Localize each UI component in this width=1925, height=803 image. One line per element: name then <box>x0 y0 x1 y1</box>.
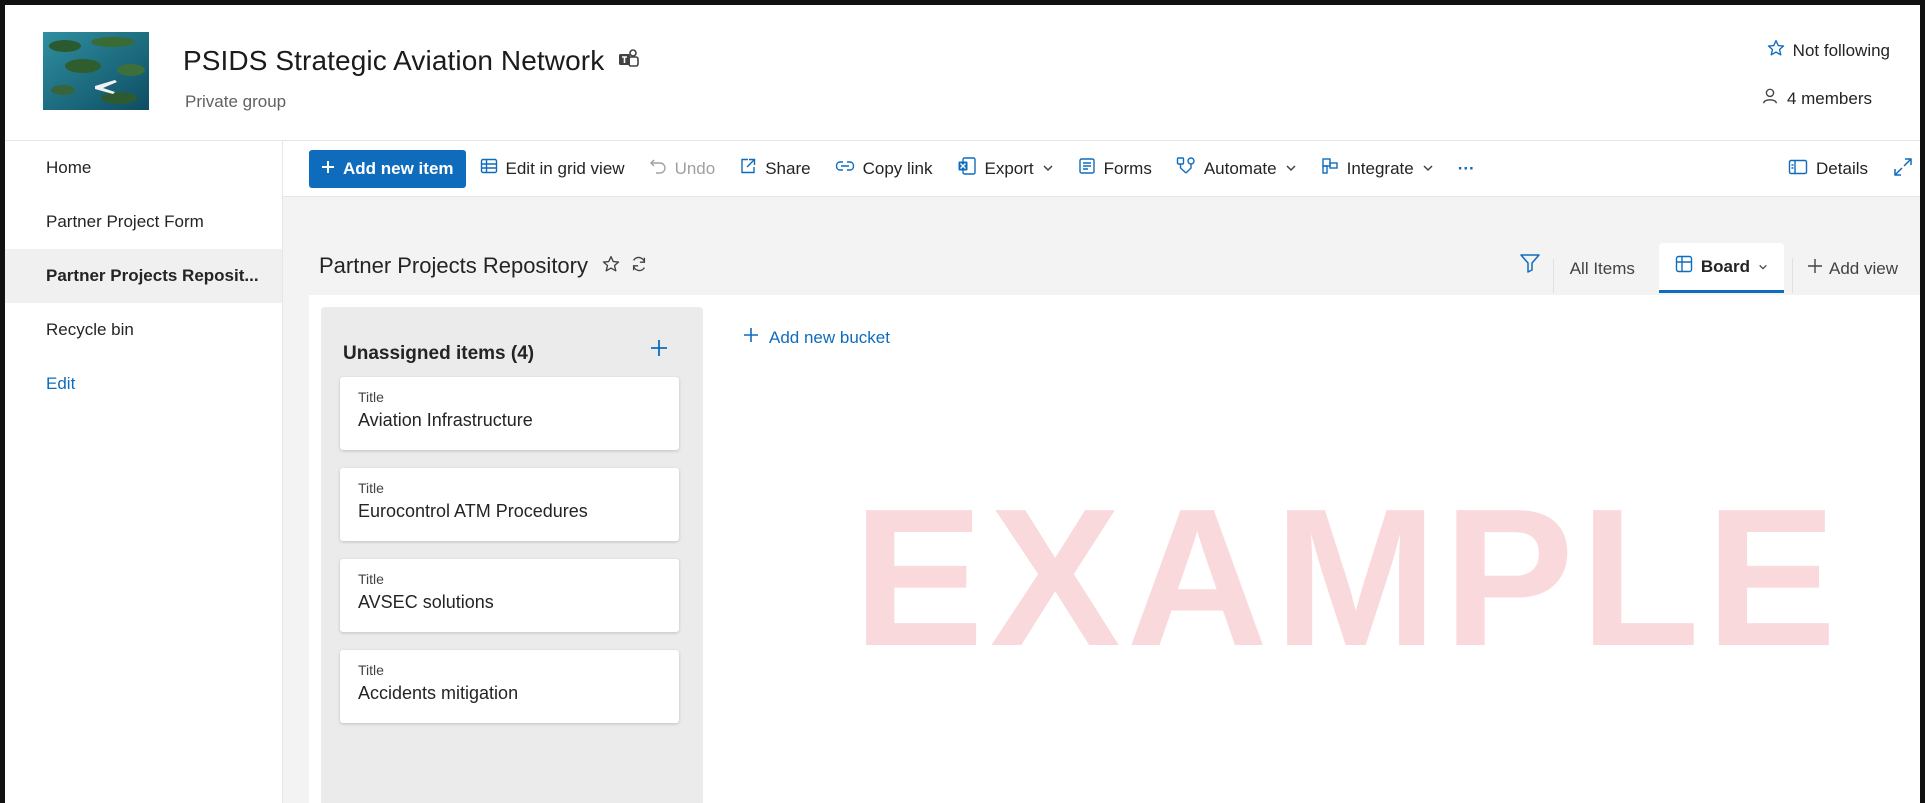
star-icon <box>1767 39 1785 62</box>
add-card-button[interactable] <box>649 335 669 363</box>
card-field-label: Title <box>358 571 384 587</box>
details-pane-icon <box>1788 158 1808 181</box>
board-card[interactable]: Title Accidents mitigation <box>340 650 679 723</box>
board-view-label: Board <box>1700 256 1751 276</box>
command-bar: Add new item Edit in grid view Undo Shar… <box>283 141 1920 197</box>
forms-label: Forms <box>1103 158 1152 178</box>
share-label: Share <box>765 158 811 178</box>
list-content: Partner Projects Repository All Items Bo… <box>283 197 1920 803</box>
nav-edit-link[interactable]: Edit <box>5 357 282 411</box>
card-title: AVSEC solutions <box>358 592 494 612</box>
app-window: PSIDS Strategic Aviation Network Private… <box>0 0 1925 803</box>
bucket-unassigned: Unassigned items (4) Title Aviation Infr… <box>321 307 703 803</box>
add-new-item-label: Add new item <box>343 158 454 178</box>
automate-icon <box>1176 156 1196 181</box>
details-button[interactable]: Details <box>1788 141 1868 197</box>
card-field-label: Title <box>358 662 384 678</box>
export-button[interactable]: Export <box>957 156 1054 181</box>
list-title-text: Partner Projects Repository <box>319 253 588 278</box>
card-title: Eurocontrol ATM Procedures <box>358 501 588 521</box>
forms-icon <box>1078 157 1096 180</box>
more-actions-button[interactable]: ··· <box>1458 159 1475 179</box>
list-title: Partner Projects Repository <box>319 253 648 279</box>
sync-icon[interactable] <box>630 253 648 279</box>
person-icon <box>1761 87 1779 110</box>
integrate-label: Integrate <box>1346 158 1414 178</box>
bucket-title: Unassigned items (4) <box>343 343 535 364</box>
link-icon <box>835 157 855 180</box>
plus-icon <box>1807 258 1823 279</box>
follow-button[interactable]: Not following <box>1767 39 1890 62</box>
share-button[interactable]: Share <box>739 157 811 180</box>
board-card[interactable]: Title AVSEC solutions <box>340 559 679 632</box>
site-title-text: PSIDS Strategic Aviation Network <box>183 45 605 76</box>
site-title: PSIDS Strategic Aviation Network <box>183 45 640 77</box>
add-view-button[interactable]: Add view <box>1792 258 1920 293</box>
chevron-down-icon <box>1285 159 1297 179</box>
plus-icon <box>321 159 335 179</box>
forms-button[interactable]: Forms <box>1078 157 1152 180</box>
add-view-label: Add view <box>1829 258 1898 278</box>
site-header: PSIDS Strategic Aviation Network Private… <box>5 5 1920 141</box>
view-all-items[interactable]: All Items <box>1552 259 1651 293</box>
undo-icon <box>649 157 667 180</box>
site-privacy-label: Private group <box>185 92 287 111</box>
board: Unassigned items (4) Title Aviation Infr… <box>309 295 1920 803</box>
nav-item-recycle-bin[interactable]: Recycle bin <box>5 303 282 357</box>
automate-label: Automate <box>1203 158 1277 178</box>
copy-link-label: Copy link <box>862 158 933 178</box>
list-header: Partner Projects Repository All Items Bo… <box>283 197 1920 295</box>
details-label: Details <box>1816 159 1868 178</box>
nav-item-partner-project-form[interactable]: Partner Project Form <box>5 195 282 249</box>
integrate-button[interactable]: Integrate <box>1321 157 1434 180</box>
board-icon <box>1675 255 1693 278</box>
expand-icon[interactable] <box>1892 156 1914 183</box>
excel-icon <box>957 156 977 181</box>
members-label: 4 members <box>1786 88 1872 108</box>
integrate-icon <box>1321 157 1339 180</box>
automate-button[interactable]: Automate <box>1176 156 1297 181</box>
filter-icon[interactable] <box>1507 252 1553 293</box>
edit-grid-view-label: Edit in grid view <box>505 158 625 178</box>
card-field-label: Title <box>358 389 384 405</box>
left-navigation: Home Partner Project Form Partner Projec… <box>5 141 283 803</box>
undo-label: Undo <box>674 158 716 178</box>
edit-grid-view-button[interactable]: Edit in grid view <box>480 157 625 180</box>
plus-icon <box>743 327 759 348</box>
add-new-bucket-label: Add new bucket <box>769 327 890 347</box>
chevron-down-icon <box>1758 257 1768 277</box>
export-label: Export <box>984 158 1034 178</box>
members-button[interactable]: 4 members <box>1761 87 1872 110</box>
share-icon <box>739 157 757 180</box>
add-new-bucket-button[interactable]: Add new bucket <box>743 327 890 348</box>
card-field-label: Title <box>358 480 384 496</box>
nav-item-home[interactable]: Home <box>5 141 282 195</box>
undo-button[interactable]: Undo <box>649 157 716 180</box>
view-switcher: All Items Board Add view <box>1507 239 1920 293</box>
copy-link-button[interactable]: Copy link <box>835 157 933 180</box>
favorite-star-icon[interactable] <box>602 253 620 279</box>
board-card[interactable]: Title Eurocontrol ATM Procedures <box>340 468 679 541</box>
grid-icon <box>480 157 498 180</box>
view-board[interactable]: Board <box>1658 243 1785 293</box>
teams-icon[interactable] <box>618 45 640 77</box>
chevron-down-icon <box>1422 159 1434 179</box>
nav-item-partner-projects-repository[interactable]: Partner Projects Reposit... <box>5 249 282 303</box>
card-title: Aviation Infrastructure <box>358 410 533 430</box>
site-logo[interactable] <box>43 32 149 110</box>
board-card[interactable]: Title Aviation Infrastructure <box>340 377 679 450</box>
chevron-down-icon <box>1042 159 1054 179</box>
add-new-item-button[interactable]: Add new item <box>309 149 466 188</box>
follow-label: Not following <box>1792 40 1890 60</box>
card-title: Accidents mitigation <box>358 683 519 703</box>
